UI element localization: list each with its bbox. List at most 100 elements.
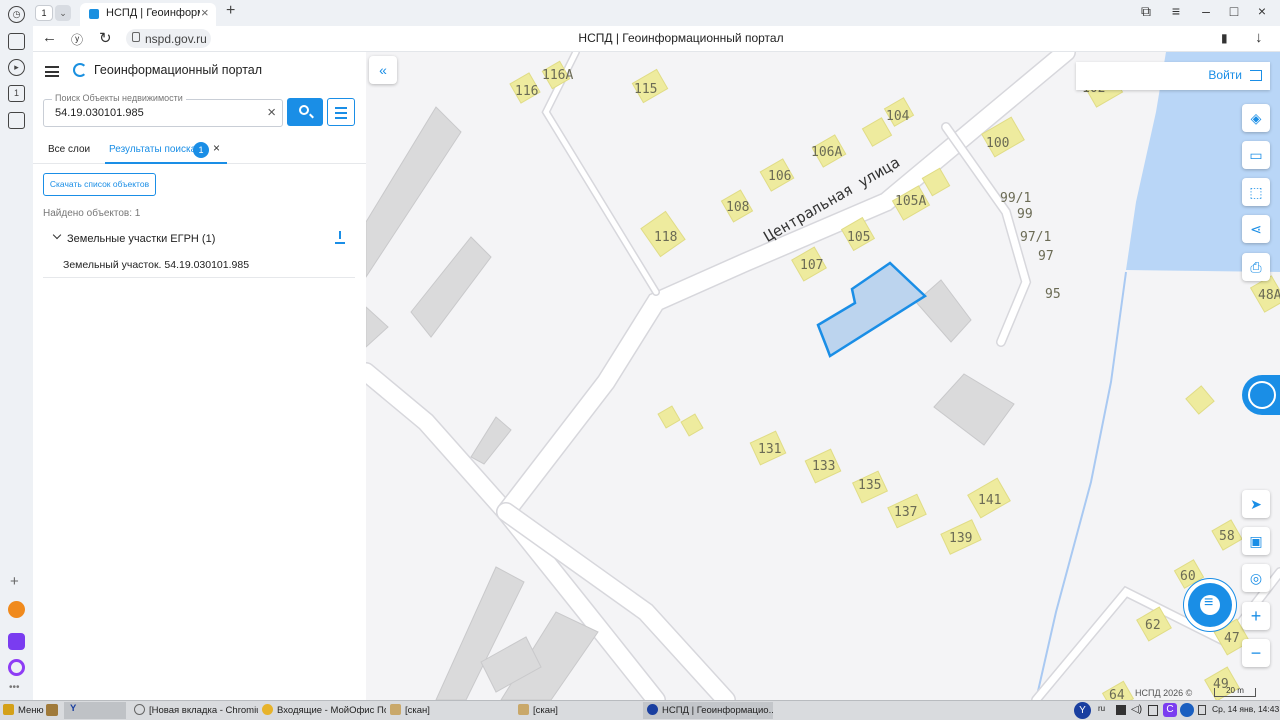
screenshot-icon[interactable] — [8, 112, 25, 129]
clipboard-icon[interactable] — [1148, 705, 1158, 716]
reload-button[interactable]: ↻ — [99, 29, 112, 47]
share-button[interactable]: ⋖ — [1242, 215, 1270, 243]
taskbar-item-mail[interactable]: Входящие - МойОфис По... — [262, 704, 386, 716]
chat-button[interactable] — [1188, 583, 1232, 627]
add-panel-icon[interactable]: + — [10, 573, 19, 590]
clear-search-icon[interactable]: × — [267, 104, 276, 121]
volume-icon[interactable]: ◁) — [1131, 704, 1142, 715]
url-field[interactable]: nspd.gov.ru — [126, 29, 211, 48]
print-button[interactable]: ⎙ — [1242, 253, 1270, 281]
house-label: 139 — [949, 531, 972, 546]
tab-close-icon[interactable]: × — [201, 5, 209, 20]
mail-app-icon[interactable] — [8, 601, 25, 618]
map-canvas[interactable]: 116 116А 115 104 106А 106 108 118 105 10… — [366, 52, 1280, 700]
house-label: 108 — [726, 200, 749, 215]
network-icon[interactable] — [1198, 705, 1206, 715]
structure — [933, 373, 1015, 446]
minimap-button[interactable]: ▣ — [1242, 527, 1270, 555]
history-icon[interactable]: ◷ — [8, 6, 25, 23]
portal-logo-icon — [73, 63, 87, 77]
house-label: 131 — [758, 442, 781, 457]
tab-all-layers[interactable]: Все слои — [48, 144, 90, 155]
tab-search-results[interactable]: Результаты поиска 1 × — [105, 138, 227, 164]
file-manager-icon[interactable] — [46, 704, 58, 716]
maximize-button[interactable]: □ — [1224, 3, 1244, 19]
map-layer: 116 116А 115 104 106А 106 108 118 105 10… — [366, 52, 1280, 700]
taskbar-item-label: [скан] — [533, 705, 558, 716]
layers-button[interactable]: ◈ — [1242, 104, 1270, 132]
house-label: 99/1 — [1000, 191, 1031, 206]
collections-icon[interactable] — [8, 33, 25, 50]
login-bar[interactable]: Войти — [1076, 62, 1270, 90]
house-label: 141 — [978, 493, 1001, 508]
search-field[interactable]: Поиск Объекты недвижимости × — [43, 93, 283, 127]
search-button[interactable] — [287, 98, 323, 126]
clock[interactable]: Ср, 14 янв, 14:43 — [1212, 704, 1279, 714]
structure — [366, 306, 389, 348]
yandex-tray-icon[interactable]: Y — [1074, 702, 1091, 719]
geo-marker-button[interactable]: ◎ — [1242, 564, 1270, 592]
alice-assistant-icon[interactable] — [8, 659, 25, 676]
download-icon[interactable] — [335, 231, 345, 244]
close-window-button[interactable]: × — [1252, 3, 1272, 19]
tab-counter[interactable]: 1 — [35, 5, 53, 21]
bookmarks-panel-icon[interactable]: ⧉ — [1136, 3, 1156, 20]
tab-list-dropdown[interactable]: ⌄ — [55, 5, 71, 21]
area-select-button[interactable]: ⬚ — [1242, 178, 1270, 206]
yandex-icon — [647, 704, 658, 715]
house-label: 137 — [894, 505, 917, 520]
house-label: 99 — [1017, 207, 1033, 222]
hp-printer-icon[interactable] — [1180, 703, 1194, 717]
taskbar-item-scan-1[interactable]: [скан] — [390, 704, 514, 716]
feedback-side-tab[interactable] — [1242, 375, 1280, 415]
zoom-in-button[interactable]: + — [1242, 602, 1270, 630]
play-icon[interactable]: ▸ — [8, 59, 25, 76]
menu-burger-icon[interactable] — [45, 66, 59, 77]
result-item-label: Земельный участок. 54.19.030101.985 — [63, 259, 250, 271]
chat-icon — [1200, 594, 1220, 615]
results-count-badge: 1 — [193, 142, 209, 158]
taskbar-item-nspd[interactable]: НСПД | Геоинформацио... — [643, 702, 773, 719]
search-input[interactable] — [55, 107, 255, 119]
browser-menu-icon[interactable]: ≡ — [1166, 3, 1186, 19]
tray-messenger-icon[interactable]: C — [1163, 703, 1177, 717]
tray-app-icon[interactable] — [1116, 705, 1126, 715]
login-button[interactable]: Войти — [1208, 68, 1242, 82]
folder-icon — [518, 704, 529, 715]
more-icon[interactable]: ••• — [9, 682, 20, 693]
result-group[interactable]: Земельные участки ЕГРН (1) — [43, 228, 355, 252]
start-menu-button[interactable]: Меню — [3, 704, 44, 716]
scale-bar: 20 m — [1214, 687, 1256, 697]
chromium-icon — [134, 704, 145, 715]
house-label: 118 — [654, 230, 677, 245]
back-button[interactable]: ← — [42, 29, 57, 46]
taskbar-item-scan-2[interactable]: [скан] — [518, 704, 642, 716]
filter-button[interactable] — [327, 98, 355, 126]
messenger-app-icon[interactable] — [8, 633, 25, 650]
browser-sidebar: ◷ ▸ 1 + ••• — [0, 0, 33, 700]
chevron-down-icon[interactable] — [52, 230, 62, 240]
browser-tab[interactable]: НСПД | Геоинформацио... × — [80, 3, 216, 26]
yandex-id-icon[interactable]: ⓨ — [71, 31, 83, 48]
bookmark-icon[interactable]: ▮ — [1221, 31, 1228, 45]
minimize-button[interactable]: – — [1196, 3, 1216, 19]
quicklaunch-browser-button[interactable]: Y — [64, 702, 126, 719]
download-list-button[interactable]: Скачать список объектов — [43, 173, 156, 196]
one-tab-icon[interactable]: 1 — [8, 85, 25, 102]
downloads-icon[interactable]: ↓ — [1255, 29, 1263, 46]
portal-name: Геоинформационный портал — [94, 63, 263, 77]
selected-parcel[interactable] — [816, 261, 928, 358]
close-results-icon[interactable]: × — [213, 141, 220, 155]
collapse-panel-button[interactable]: « — [369, 56, 397, 84]
ruler-button[interactable]: ▭ — [1242, 141, 1270, 169]
keyboard-layout[interactable]: ru — [1098, 704, 1105, 713]
start-icon — [3, 704, 14, 715]
list-item[interactable]: Земельный участок. 54.19.030101.985 — [43, 254, 355, 278]
zoom-out-button[interactable]: − — [1242, 639, 1270, 667]
locate-button[interactable]: ➤ — [1242, 490, 1270, 518]
house-label: 106 — [768, 169, 791, 184]
taskbar-item-chromium[interactable]: [Новая вкладка - Chromiu... — [134, 704, 258, 716]
new-tab-button[interactable]: + — [226, 2, 235, 20]
house-label: 116 — [515, 84, 538, 99]
house-label: 97/1 — [1020, 230, 1051, 245]
